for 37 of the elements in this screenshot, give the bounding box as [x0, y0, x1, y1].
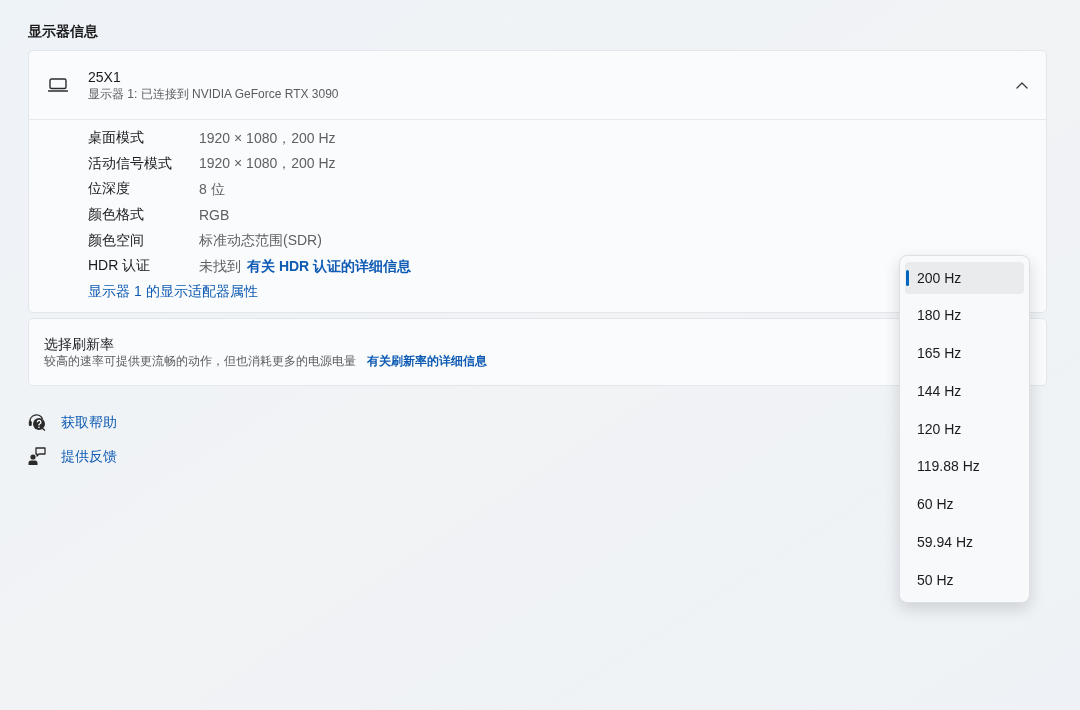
refresh-rate-option[interactable]: 60 Hz: [905, 488, 1024, 521]
laptop-icon: [48, 78, 68, 92]
chevron-up-icon[interactable]: [1016, 81, 1028, 89]
property-label: HDR 认证: [88, 256, 151, 276]
property-label: 活动信号模式: [88, 153, 172, 173]
property-value: 标准动态范围(SDR): [199, 231, 322, 250]
property-value: 8 位: [199, 180, 225, 199]
refresh-rate-option[interactable]: 200 Hz: [905, 262, 1024, 294]
refresh-rate-option[interactable]: 50 Hz: [905, 564, 1024, 596]
refresh-rate-option[interactable]: 120 Hz: [905, 413, 1024, 445]
property-value: 1920 × 1080，200 Hz: [199, 128, 336, 147]
feedback-link[interactable]: 提供反馈: [61, 445, 117, 466]
refresh-rate-option[interactable]: 144 Hz: [905, 375, 1024, 408]
property-value: 未找到: [199, 257, 241, 276]
person-speech-bubble-icon: [28, 446, 46, 465]
help-link[interactable]: 获取帮助: [61, 411, 117, 432]
property-label: 颜色格式: [88, 204, 144, 224]
property-label: 位深度: [88, 179, 130, 199]
section-title: 显示器信息: [28, 22, 98, 41]
property-value: 1920 × 1080，200 Hz: [199, 154, 336, 173]
property-label: 桌面模式: [88, 128, 144, 147]
refresh-rate-option[interactable]: 59.94 Hz: [905, 526, 1024, 559]
display-header[interactable]: 25X1 显示器 1: 已连接到 NVIDIA GeForce RTX 3090: [29, 51, 1046, 119]
hdr-info-link[interactable]: 有关 HDR 认证的详细信息: [247, 257, 412, 276]
refresh-rate-option[interactable]: 119.88 Hz: [905, 450, 1024, 483]
refresh-rate-option[interactable]: 165 Hz: [905, 337, 1024, 370]
refresh-rate-title: 选择刷新率: [44, 334, 114, 353]
refresh-rate-description: 较高的速率可提供更流畅的动作，但也消耗更多的电源电量: [44, 352, 356, 369]
refresh-rate-info-link[interactable]: 有关刷新率的详细信息: [367, 352, 487, 369]
display-name: 25X1: [88, 68, 121, 86]
adapter-properties-link[interactable]: 显示器 1 的显示适配器属性: [88, 278, 258, 305]
selection-indicator-icon: [906, 270, 909, 286]
headset-question-icon: [28, 412, 46, 431]
display-subtitle: 显示器 1: 已连接到 NVIDIA GeForce RTX 3090: [88, 86, 339, 102]
property-value: RGB: [199, 205, 230, 224]
refresh-rate-option[interactable]: 180 Hz: [905, 299, 1024, 332]
property-label: 颜色空间: [88, 230, 144, 250]
